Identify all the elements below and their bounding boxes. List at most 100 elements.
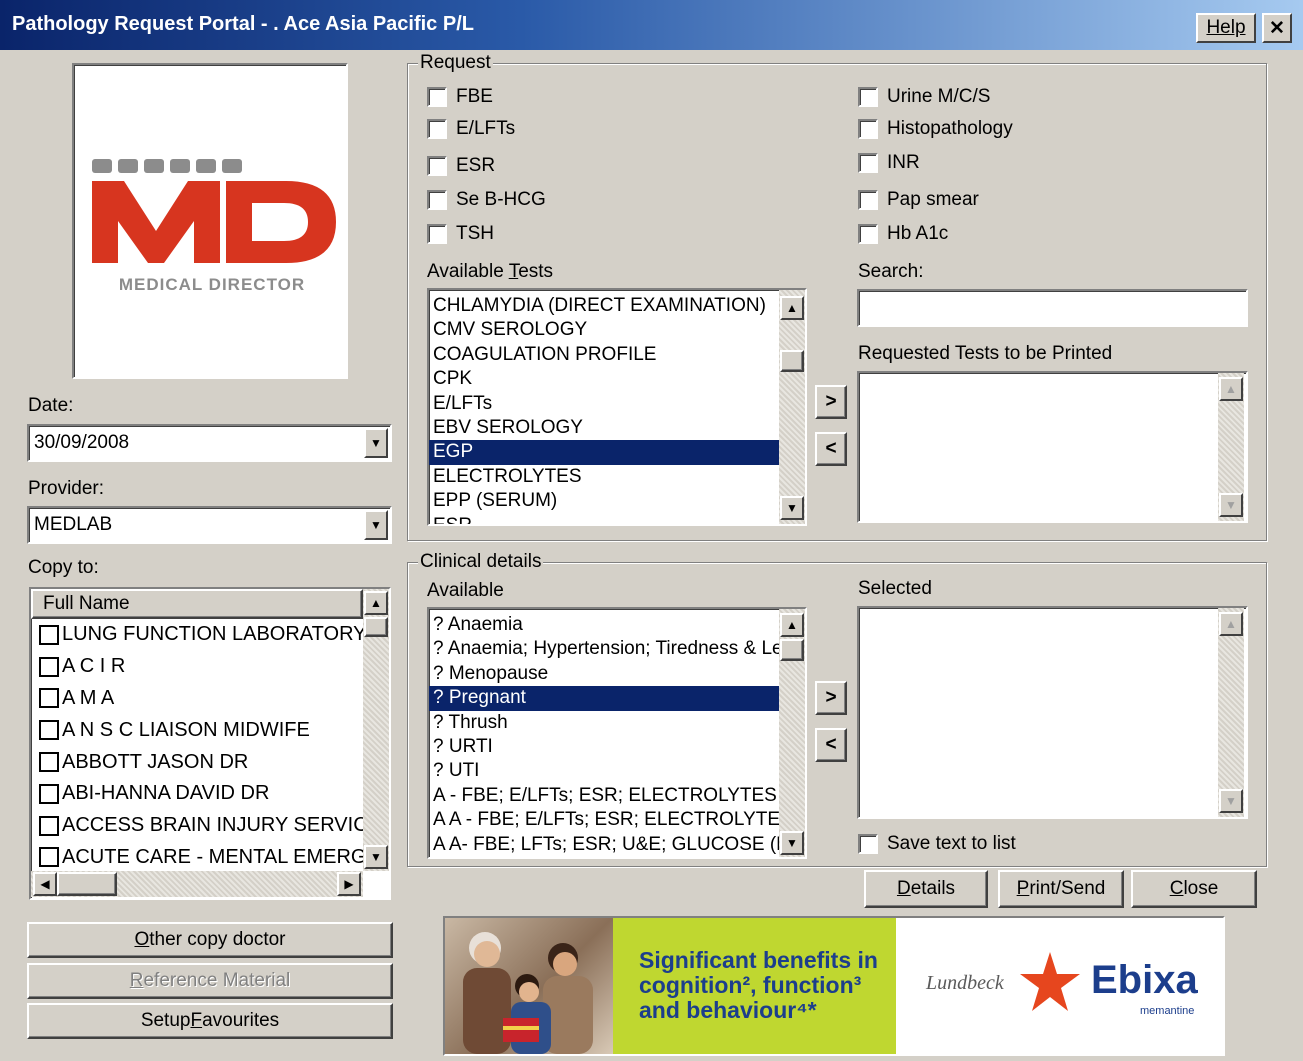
save-text-checkbox[interactable] (858, 834, 878, 854)
details-button[interactable]: Details (864, 870, 988, 908)
copy-to-checkbox[interactable] (39, 752, 59, 773)
copy-to-checkbox[interactable] (39, 624, 59, 645)
clinical-item[interactable]: ? Pregnant (429, 686, 781, 711)
request-checkbox-row[interactable]: Se B-HCG (427, 189, 546, 211)
scroll-up-icon[interactable]: ▲ (780, 613, 804, 637)
copy-to-vscrollbar[interactable]: ▲ ▼ (363, 589, 389, 871)
selected-vscrollbar[interactable]: ▲ ▼ (1218, 608, 1244, 817)
scroll-up-icon[interactable]: ▲ (1219, 612, 1243, 636)
request-checkbox[interactable] (858, 87, 878, 107)
request-checkbox-row[interactable]: FBE (427, 86, 493, 108)
available-test-item[interactable]: COAGULATION PROFILE (429, 343, 781, 367)
close-button[interactable]: Close (1131, 870, 1257, 908)
request-checkbox-row[interactable]: E/LFTs (427, 118, 515, 140)
copy-to-checkbox[interactable] (39, 783, 59, 804)
scroll-up-icon[interactable]: ▲ (364, 591, 388, 615)
clinical-item[interactable]: A - FBE; E/LFTs; ESR; ELECTROLYTES (429, 784, 781, 808)
copy-to-checkbox[interactable] (39, 688, 59, 709)
request-checkbox[interactable] (427, 119, 447, 139)
copy-to-hscrollbar[interactable]: ◀ ▶ (31, 871, 363, 897)
clinical-item[interactable]: A A - FBE; E/LFTs; ESR; ELECTROLYTES (429, 808, 781, 832)
copy-to-item[interactable]: LUNG FUNCTION LABORATORY SVI (31, 619, 363, 651)
available-test-item[interactable]: EPP (SERUM) (429, 489, 781, 513)
copy-to-item[interactable]: A N S C LIAISON MIDWIFE (31, 714, 363, 746)
copy-to-item[interactable]: ABI-HANNA DAVID DR (31, 778, 363, 810)
scroll-up-icon[interactable]: ▲ (780, 296, 804, 320)
available-test-item[interactable]: EBV SEROLOGY (429, 416, 781, 440)
add-clinical-button[interactable]: > (815, 681, 847, 715)
clinical-available-list[interactable]: ? Anaemia? Anaemia; Hypertension; Tiredn… (427, 607, 807, 859)
clinical-item[interactable]: ? Anaemia; Hypertension; Tiredness & Let… (429, 637, 781, 661)
available-test-item[interactable]: EGP (429, 440, 781, 465)
available-test-item[interactable]: E/LFTs (429, 392, 781, 416)
close-window-button[interactable]: ✕ (1262, 13, 1292, 43)
clinical-item[interactable]: ? UTI (429, 759, 781, 783)
copy-to-item[interactable]: A C I R (31, 651, 363, 683)
ad-banner[interactable]: Significant benefits in cognition², func… (443, 916, 1225, 1056)
request-checkbox[interactable] (427, 190, 447, 210)
request-checkbox-row[interactable]: Urine M/C/S (858, 86, 990, 108)
scroll-up-icon[interactable]: ▲ (1219, 377, 1243, 401)
copy-to-checkbox[interactable] (39, 720, 59, 741)
copy-to-item[interactable]: ABBOTT JASON DR (31, 746, 363, 778)
available-test-item[interactable]: ESR (429, 514, 781, 524)
request-checkbox-row[interactable]: TSH (427, 223, 494, 245)
scroll-left-icon[interactable]: ◀ (33, 872, 57, 896)
copy-to-checkbox[interactable] (39, 656, 59, 677)
scroll-thumb[interactable] (780, 639, 804, 661)
hscroll-thumb[interactable] (57, 872, 117, 896)
available-test-item[interactable]: CHLAMYDIA (DIRECT EXAMINATION) (429, 294, 781, 318)
provider-select[interactable]: MEDLAB ▼ (27, 506, 392, 544)
other-copy-doctor-button[interactable]: Other copy doctor (27, 922, 393, 958)
available-test-item[interactable]: CPK (429, 367, 781, 391)
requested-vscrollbar[interactable]: ▲ ▼ (1218, 373, 1244, 521)
scroll-down-icon[interactable]: ▼ (780, 496, 804, 520)
full-name-column-header[interactable]: Full Name (31, 589, 363, 619)
scroll-down-icon[interactable]: ▼ (1219, 789, 1243, 813)
chevron-down-icon[interactable]: ▼ (364, 510, 388, 540)
tests-vscrollbar[interactable]: ▲ ▼ (779, 290, 805, 524)
request-checkbox-row[interactable]: Pap smear (858, 189, 979, 211)
request-checkbox-row[interactable]: Hb A1c (858, 223, 948, 245)
print-send-button[interactable]: Print/Send (998, 870, 1124, 908)
add-test-button[interactable]: > (815, 385, 847, 419)
copy-to-checkbox[interactable] (39, 847, 59, 868)
clinical-selected-list[interactable]: ▲ ▼ (857, 606, 1248, 819)
copy-to-item[interactable]: ACUTE CARE - MENTAL EMERGENC (31, 842, 363, 871)
request-checkbox-row[interactable]: ESR (427, 155, 495, 177)
request-checkbox[interactable] (858, 224, 878, 244)
scroll-thumb[interactable] (780, 350, 804, 372)
copy-to-checkbox[interactable] (39, 815, 59, 836)
chevron-down-icon[interactable]: ▼ (364, 428, 388, 458)
clinical-item[interactable]: ? Anaemia (429, 613, 781, 637)
scroll-down-icon[interactable]: ▼ (780, 831, 804, 855)
available-test-item[interactable]: ELECTROLYTES (429, 465, 781, 489)
request-checkbox[interactable] (858, 190, 878, 210)
scroll-thumb[interactable] (364, 617, 388, 637)
request-checkbox[interactable] (858, 153, 878, 173)
reference-material-button[interactable]: Reference Material (27, 963, 393, 999)
copy-to-item[interactable]: ACCESS BRAIN INJURY SERVICES (31, 810, 363, 842)
search-input[interactable] (857, 289, 1248, 327)
request-checkbox[interactable] (427, 156, 447, 176)
scroll-down-icon[interactable]: ▼ (1219, 493, 1243, 517)
clinical-item[interactable]: A A- FBE; LFTs; ESR; U&E; GLUCOSE (FASTI… (429, 833, 781, 857)
remove-test-button[interactable]: < (815, 432, 847, 466)
date-select[interactable]: 30/09/2008 ▼ (27, 424, 392, 462)
remove-clinical-button[interactable]: < (815, 728, 847, 762)
request-checkbox[interactable] (427, 224, 447, 244)
clinical-item[interactable]: ? URTI (429, 735, 781, 759)
requested-tests-list[interactable]: ▲ ▼ (857, 371, 1248, 523)
request-checkbox[interactable] (858, 119, 878, 139)
scroll-right-icon[interactable]: ▶ (337, 872, 361, 896)
request-checkbox-row[interactable]: Histopathology (858, 118, 1013, 140)
clinical-vscrollbar[interactable]: ▲ ▼ (779, 609, 805, 857)
copy-to-list[interactable]: Full Name LUNG FUNCTION LABORATORY SVI A … (29, 587, 391, 900)
save-text-checkbox-row[interactable]: Save text to list (858, 833, 1016, 855)
available-test-item[interactable]: CMV SEROLOGY (429, 318, 781, 342)
scroll-down-icon[interactable]: ▼ (364, 845, 388, 869)
help-button[interactable]: Help (1196, 13, 1256, 43)
available-tests-list[interactable]: CHLAMYDIA (DIRECT EXAMINATION) CMV SEROLO… (427, 288, 807, 526)
request-checkbox-row[interactable]: INR (858, 152, 920, 174)
request-checkbox[interactable] (427, 87, 447, 107)
